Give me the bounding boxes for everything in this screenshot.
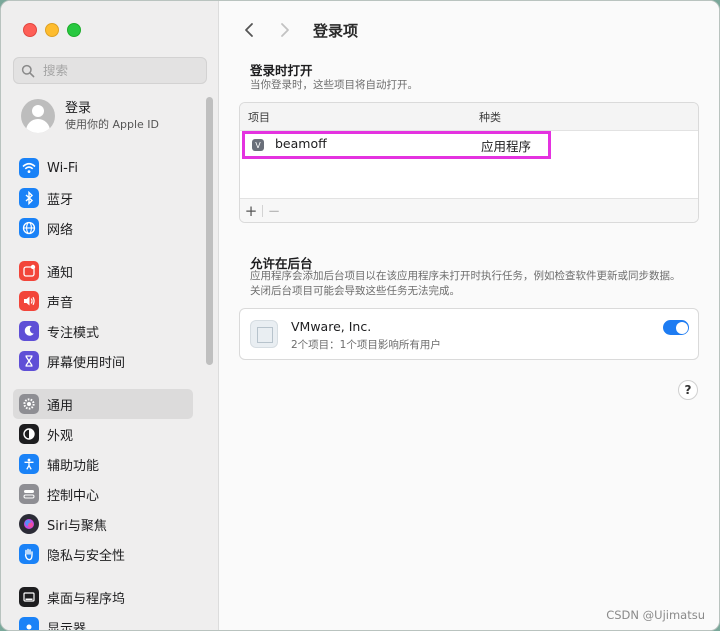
accessibility-icon [19, 454, 39, 474]
sidebar-item-displays[interactable]: 显示器 [13, 612, 193, 631]
sidebar-item-sound[interactable]: 声音 [13, 286, 193, 316]
sidebar-item-notifications[interactable]: 通知 [13, 256, 193, 286]
settings-window: 登录 使用你的 Apple ID Wi-Fi 蓝牙 [0, 0, 720, 631]
sidebar-item-accessibility[interactable]: 辅助功能 [13, 449, 193, 479]
sidebar-item-privacy[interactable]: 隐私与安全性 [13, 539, 193, 569]
moon-icon [19, 321, 39, 341]
hourglass-icon [19, 351, 39, 371]
background-item-toggle[interactable] [663, 320, 689, 335]
sidebar-item-appearance[interactable]: 外观 [13, 419, 193, 449]
column-header-kind: 种类 [479, 110, 501, 124]
sidebar-group-desktop: 桌面与程序坞 显示器 [13, 582, 193, 631]
search-field[interactable] [13, 57, 207, 84]
main-pane: 登录项 登录时打开 当你登录时，这些项目将自动打开。 项目 种类 V beamo… [219, 1, 719, 630]
login-items-table: 项目 种类 V beamoff 应用程序 + − [239, 102, 699, 223]
display-icon [19, 617, 39, 630]
sidebar-item-siri[interactable]: Siri与聚焦 [13, 509, 193, 539]
account-subtitle: 使用你的 Apple ID [65, 117, 160, 131]
apple-id-account[interactable]: 登录 使用你的 Apple ID [21, 99, 159, 133]
sidebar-item-control-center[interactable]: 控制中心 [13, 479, 193, 509]
avatar [21, 99, 55, 133]
back-button[interactable] [237, 18, 261, 42]
sidebar-item-label: 辅助功能 [47, 458, 100, 474]
toolbar: 登录项 [237, 15, 358, 45]
sidebar-item-label: Siri与聚焦 [47, 518, 107, 534]
window-controls [23, 23, 81, 37]
sidebar-item-desktop-dock[interactable]: 桌面与程序坞 [13, 582, 193, 612]
vmware-icon [250, 320, 278, 348]
sidebar-item-label: 通知 [47, 265, 74, 281]
account-name: 登录 [65, 100, 92, 116]
sidebar-item-network[interactable]: 网络 [13, 213, 193, 243]
zoom-window-button[interactable] [67, 23, 81, 37]
sound-icon [19, 291, 39, 311]
background-items-description: 应用程序会添加后台项目以在该应用程序未打开时执行任务，例如检查软件更新或同步数据… [250, 270, 681, 297]
add-item-button[interactable]: + [240, 201, 262, 221]
close-window-button[interactable] [23, 23, 37, 37]
forward-button[interactable] [273, 18, 297, 42]
background-item-row: VMware, Inc. 2个项目：1个项目影响所有用户 [239, 308, 699, 360]
watermark: CSDN @Ujimatsu [606, 608, 705, 622]
remove-item-button[interactable]: − [263, 201, 285, 221]
sidebar-group-network: Wi-Fi 蓝牙 网络 [13, 153, 193, 243]
minimize-window-button[interactable] [45, 23, 59, 37]
sidebar-group-general: 通用 外观 辅助功能 控制中心 Siri与聚焦 隐私与安全性 [13, 389, 193, 569]
sidebar-scrollbar[interactable] [206, 97, 213, 365]
column-header-item: 项目 [248, 110, 270, 124]
table-footer: + − [240, 198, 698, 222]
sidebar-item-screen-time[interactable]: 屏幕使用时间 [13, 346, 193, 376]
login-items-description: 当你登录时，这些项目将自动打开。 [250, 79, 418, 91]
gear-icon [19, 394, 39, 414]
table-row[interactable]: V beamoff 应用程序 [240, 131, 698, 159]
background-item-name: VMware, Inc. [291, 319, 372, 334]
search-icon [21, 64, 35, 77]
hand-icon [19, 544, 39, 564]
sidebar-item-focus[interactable]: 专注模式 [13, 316, 193, 346]
siri-icon [19, 514, 39, 534]
sidebar-item-label: 蓝牙 [47, 192, 74, 208]
chevron-right-icon [281, 23, 289, 37]
app-icon: V [252, 139, 264, 151]
search-input[interactable] [41, 62, 195, 79]
sidebar-item-label: 网络 [47, 222, 74, 238]
table-header: 项目 种类 [240, 103, 698, 131]
login-items-title: 登录时打开 [250, 63, 313, 78]
sidebar-item-label: 通用 [47, 398, 74, 414]
dock-icon [19, 587, 39, 607]
help-button[interactable]: ? [678, 380, 698, 400]
sidebar-item-label: 屏幕使用时间 [47, 355, 126, 371]
sidebar-item-label: 控制中心 [47, 488, 100, 504]
row-item-name: beamoff [275, 136, 327, 151]
row-item-kind: 应用程序 [481, 139, 532, 154]
sidebar-item-label: 外观 [47, 428, 74, 444]
sidebar-item-label: 声音 [47, 295, 74, 311]
bluetooth-icon [19, 188, 39, 208]
notification-icon [19, 261, 39, 281]
background-item-subtitle: 2个项目：1个项目影响所有用户 [291, 339, 441, 351]
wifi-icon [19, 158, 39, 178]
sidebar-item-general[interactable]: 通用 [13, 389, 193, 419]
sidebar-item-bluetooth[interactable]: 蓝牙 [13, 183, 193, 213]
sidebar-item-label: Wi-Fi [47, 160, 79, 176]
sidebar: 登录 使用你的 Apple ID Wi-Fi 蓝牙 [1, 1, 219, 630]
sidebar-item-label: 隐私与安全性 [47, 548, 126, 564]
chevron-left-icon [245, 23, 253, 37]
sidebar-item-label: 显示器 [47, 621, 87, 631]
page-title: 登录项 [313, 21, 359, 40]
appearance-icon [19, 424, 39, 444]
control-center-icon [19, 484, 39, 504]
globe-icon [19, 218, 39, 238]
sidebar-item-label: 专注模式 [47, 325, 100, 341]
sidebar-item-label: 桌面与程序坞 [47, 591, 126, 607]
sidebar-group-notifications: 通知 声音 专注模式 屏幕使用时间 [13, 256, 193, 376]
sidebar-item-wifi[interactable]: Wi-Fi [13, 153, 193, 183]
